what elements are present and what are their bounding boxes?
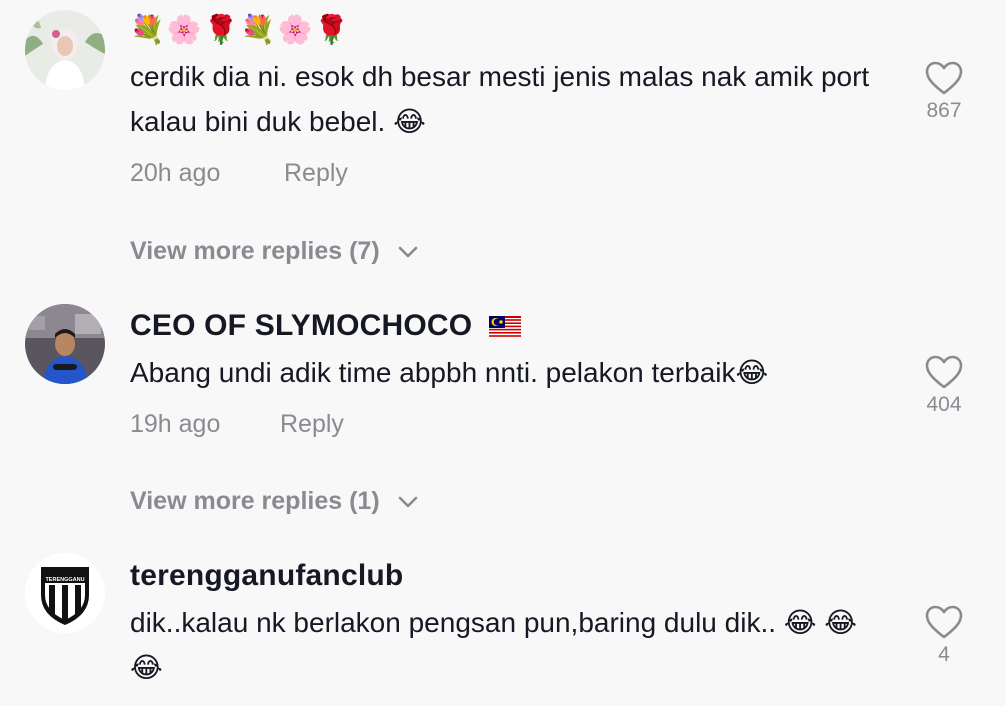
heart-outline-icon [925, 61, 963, 95]
comment-username[interactable]: CEO OF SLYMOCHOCO [130, 308, 890, 344]
heart-outline-icon [925, 605, 963, 639]
like-button[interactable]: 867 [918, 60, 970, 124]
team-crest-avatar: TERENGGANU [25, 553, 105, 633]
comment-username[interactable]: 💐🌸🌹💐🌸🌹 [130, 12, 890, 48]
like-button[interactable]: 404 [918, 354, 970, 418]
like-count: 4 [938, 643, 950, 666]
like-count: 404 [926, 393, 962, 416]
chevron-down-icon [398, 247, 417, 258]
chevron-down-icon [398, 497, 417, 508]
comment-body: terengganufanclub dik..kalau nk berlakon… [130, 558, 890, 690]
reply-button[interactable]: Reply [284, 158, 348, 188]
crest-label: TERENGGANU [45, 577, 84, 583]
view-more-replies-label: View more replies (7) [130, 237, 380, 265]
view-more-replies-label: View more replies (1) [130, 487, 380, 515]
comment-meta: 20h ago Reply [130, 158, 890, 188]
like-button[interactable]: 4 [918, 604, 970, 668]
heart-outline-icon [925, 355, 963, 389]
comment-text: dik..kalau nk berlakon pengsan pun,barin… [130, 607, 857, 683]
avatar[interactable] [25, 10, 105, 90]
username-text: CEO OF SLYMOCHOCO [130, 309, 473, 342]
avatar-image [25, 10, 105, 90]
reply-button[interactable]: Reply [280, 409, 344, 439]
comment-body: 💐🌸🌹💐🌸🌹 cerdik dia ni. esok dh besar mest… [130, 12, 890, 188]
comment-body: CEO OF SLYMOCHOCO Abang undi adik time a… [130, 308, 890, 439]
view-more-replies-button[interactable]: View more replies (7) [130, 236, 419, 266]
avatar-image [25, 304, 105, 384]
like-count: 867 [926, 99, 962, 122]
avatar[interactable]: TERENGGANU [25, 553, 105, 633]
comment-text: Abang undi adik time abpbh nnti. pelakon… [130, 357, 769, 388]
view-more-replies-button[interactable]: View more replies (1) [130, 486, 419, 516]
avatar[interactable] [25, 304, 105, 384]
comment-timestamp: 20h ago [130, 159, 221, 187]
comment-timestamp: 19h ago [130, 410, 221, 438]
malaysia-flag-icon [488, 316, 521, 339]
comment-text: cerdik dia ni. esok dh besar mesti jenis… [130, 61, 870, 137]
comment-username[interactable]: terengganufanclub [130, 558, 890, 594]
comment-feed: 💐🌸🌹💐🌸🌹 cerdik dia ni. esok dh besar mest… [0, 0, 1006, 706]
comment-meta: 19h ago Reply [130, 409, 890, 439]
